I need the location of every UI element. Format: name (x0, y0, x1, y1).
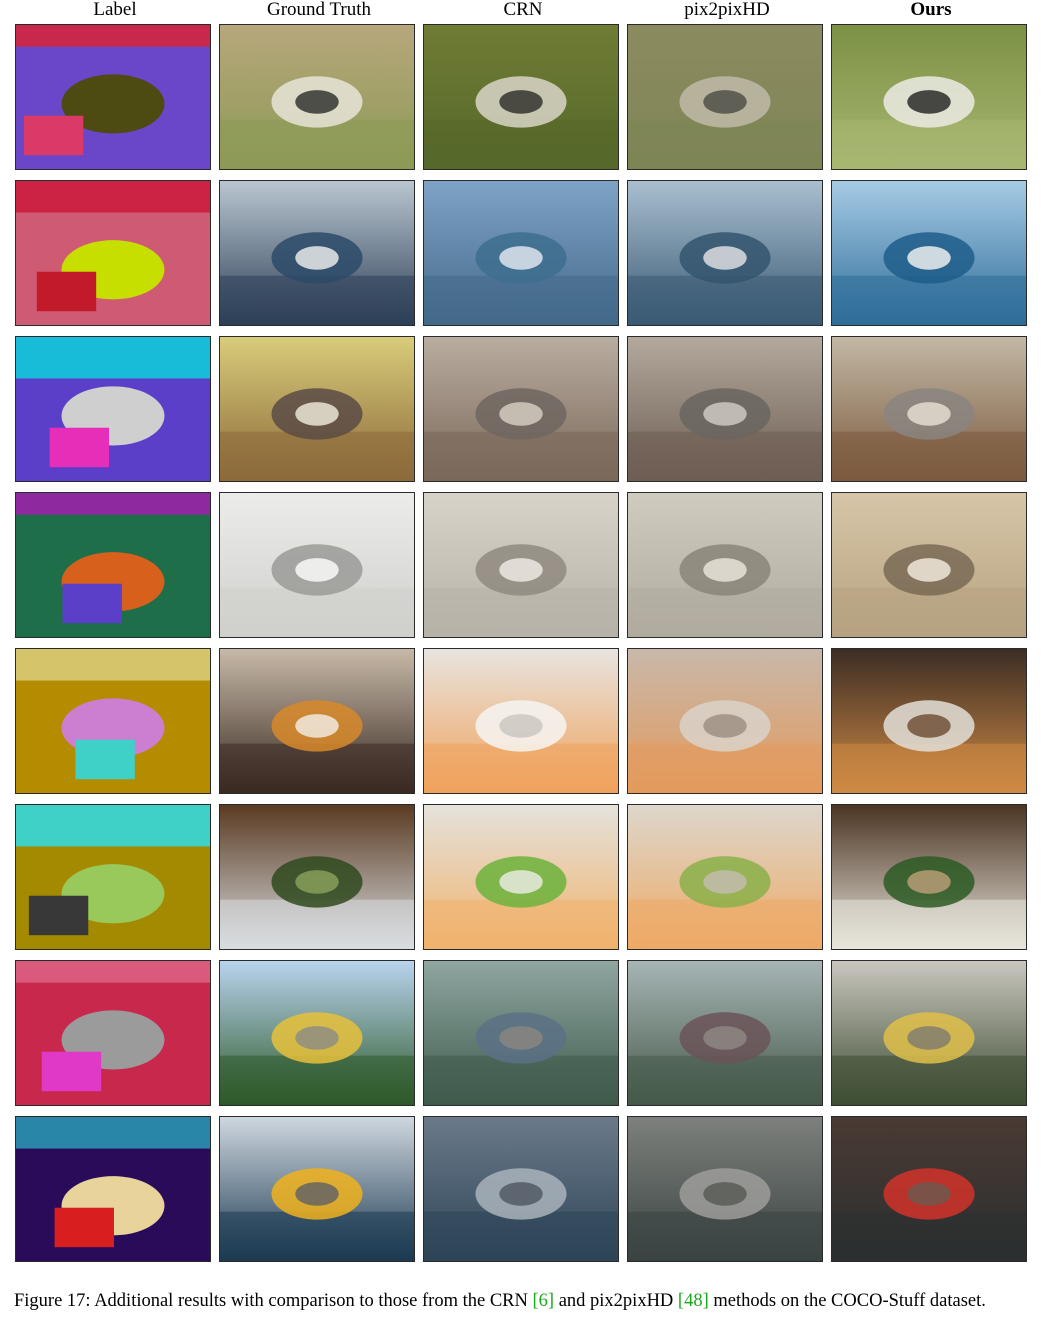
caption-text-b: and pix2pixHD (558, 1291, 674, 1311)
image-bathroom-sink-pix2pixhd (627, 492, 823, 638)
image-pizza-and-beer-label (15, 648, 211, 794)
image-living-room-label (15, 336, 211, 482)
image-bathroom-sink-ours (831, 492, 1027, 638)
image-train-in-forest-crn (423, 960, 619, 1106)
image-bathroom-sink-crn (423, 492, 619, 638)
image-canal-boat-pix2pixhd (627, 1116, 823, 1262)
image-canal-boat-ground-truth (219, 1116, 415, 1262)
column-header-crn: CRN (503, 0, 543, 20)
column-header-label: Label (93, 0, 137, 20)
image-plate-with-broccoli-crn (423, 804, 619, 950)
image-zebra-on-grass-pix2pixhd (627, 24, 823, 170)
image-canal-boat-ours (831, 1116, 1027, 1262)
image-pizza-and-beer-ground-truth (219, 648, 415, 794)
image-living-room-pix2pixhd (627, 336, 823, 482)
image-living-room-crn (423, 336, 619, 482)
image-harbor-boats-label (15, 180, 211, 326)
image-harbor-boats-ground-truth (219, 180, 415, 326)
image-harbor-boats-crn (423, 180, 619, 326)
image-zebra-on-grass-label (15, 24, 211, 170)
image-pizza-and-beer-pix2pixhd (627, 648, 823, 794)
image-living-room-ours (831, 336, 1027, 482)
image-train-in-forest-pix2pixhd (627, 960, 823, 1106)
image-canal-boat-label (15, 1116, 211, 1262)
citation-pix2pixhd[interactable]: [48] (678, 1291, 709, 1311)
image-train-in-forest-ground-truth (219, 960, 415, 1106)
column-header-pix2pixhd: pix2pixHD (684, 0, 770, 20)
image-zebra-on-grass-crn (423, 24, 619, 170)
image-harbor-boats-ours (831, 180, 1027, 326)
image-zebra-on-grass-ground-truth (219, 24, 415, 170)
image-zebra-on-grass-ours (831, 24, 1027, 170)
image-train-in-forest-label (15, 960, 211, 1106)
image-train-in-forest-ours (831, 960, 1027, 1106)
caption-figure-number: Figure 17: (14, 1291, 91, 1311)
column-header-ours: Ours (910, 0, 952, 20)
image-plate-with-broccoli-ground-truth (219, 804, 415, 950)
image-living-room-ground-truth (219, 336, 415, 482)
caption-text-a: Additional results with comparison to th… (94, 1291, 528, 1311)
citation-crn[interactable]: [6] (533, 1291, 555, 1311)
image-pizza-and-beer-ours (831, 648, 1027, 794)
image-pizza-and-beer-crn (423, 648, 619, 794)
image-harbor-boats-pix2pixhd (627, 180, 823, 326)
image-plate-with-broccoli-label (15, 804, 211, 950)
image-plate-with-broccoli-pix2pixhd (627, 804, 823, 950)
image-plate-with-broccoli-ours (831, 804, 1027, 950)
image-canal-boat-crn (423, 1116, 619, 1262)
image-bathroom-sink-ground-truth (219, 492, 415, 638)
column-header-ground-truth: Ground Truth (267, 0, 371, 20)
caption-text-c: methods on the COCO-Stuff dataset. (713, 1291, 986, 1311)
image-bathroom-sink-label (15, 492, 211, 638)
figure-caption: Figure 17: Additional results with compa… (14, 1289, 1032, 1313)
